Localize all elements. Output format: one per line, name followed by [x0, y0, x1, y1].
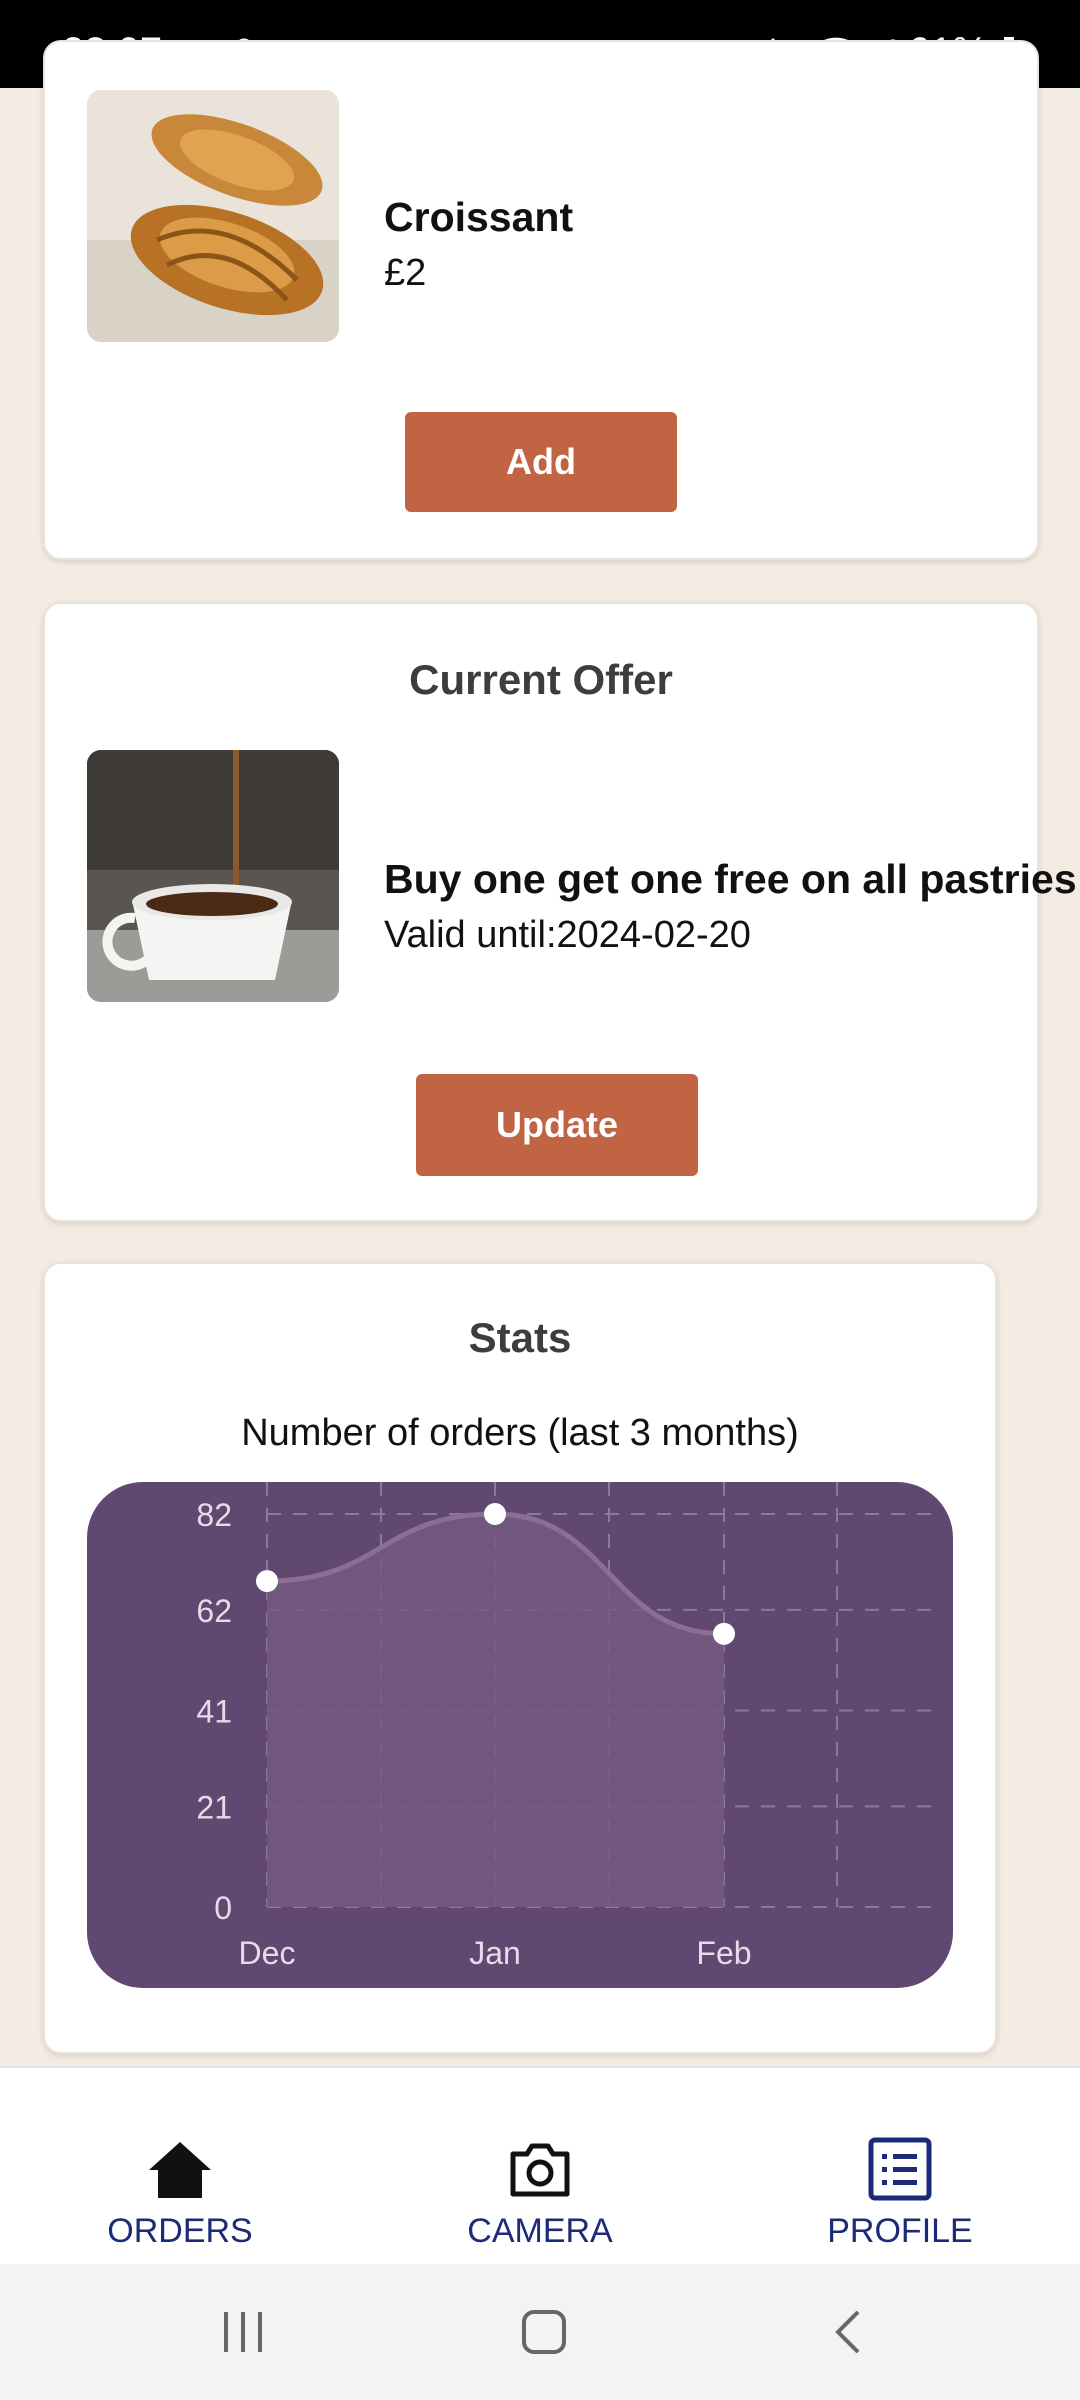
recent-apps-icon[interactable]	[218, 2308, 268, 2356]
add-button[interactable]: Add	[405, 412, 677, 512]
y-tick-label: 0	[214, 1890, 232, 1926]
product-name: Croissant	[384, 194, 574, 240]
list-icon	[868, 2137, 932, 2201]
data-point	[256, 1570, 278, 1593]
nav-camera-label: CAMERA	[467, 2212, 613, 2250]
data-point	[484, 1503, 506, 1525]
nav-orders-label: ORDERS	[107, 2212, 253, 2250]
bottom-nav: ORDERS CAMERA PROFILE	[0, 2066, 1080, 2266]
product-price: £2	[384, 252, 427, 294]
camera-icon	[510, 2143, 570, 2197]
data-point	[713, 1622, 735, 1645]
y-tick-label: 62	[196, 1593, 232, 1629]
back-icon[interactable]	[828, 2308, 868, 2356]
offer-valid-until: Valid until:2024-02-20	[384, 914, 751, 956]
offer-title: Current Offer	[409, 656, 673, 703]
home-button-icon[interactable]	[520, 2308, 568, 2356]
stats-card: Stats Number of orders (last 3 months) 8…	[43, 1262, 997, 2054]
product-card: Croissant £2 Add	[43, 40, 1039, 560]
system-nav-bar	[0, 2264, 1080, 2400]
y-tick-label: 41	[196, 1694, 232, 1730]
nav-orders[interactable]: ORDERS	[0, 2068, 360, 2266]
offer-text: Buy one get one free on all pastries!	[384, 856, 1080, 902]
x-tick-label: Feb	[696, 1935, 751, 1971]
x-tick-label: Dec	[239, 1935, 296, 1971]
chart-title: Number of orders (last 3 months)	[241, 1412, 799, 1454]
y-tick-label: 21	[196, 1789, 232, 1825]
stats-title: Stats	[468, 1314, 572, 1361]
offer-card: Current Offer Buy one get one free on al…	[43, 602, 1080, 1222]
coffee-image	[87, 750, 339, 1002]
orders-line-chart: 82 62 41 21 0Dec Jan Feb	[87, 1482, 953, 1988]
update-button[interactable]: Update	[416, 1074, 698, 1176]
croissant-image	[87, 90, 339, 342]
nav-profile[interactable]: PROFILE	[720, 2068, 1080, 2266]
y-tick-label: 82	[196, 1497, 232, 1533]
x-tick-label: Jan	[469, 1935, 521, 1971]
nav-camera[interactable]: CAMERA	[360, 2068, 720, 2266]
nav-profile-label: PROFILE	[827, 2212, 973, 2250]
home-icon	[149, 2142, 211, 2198]
